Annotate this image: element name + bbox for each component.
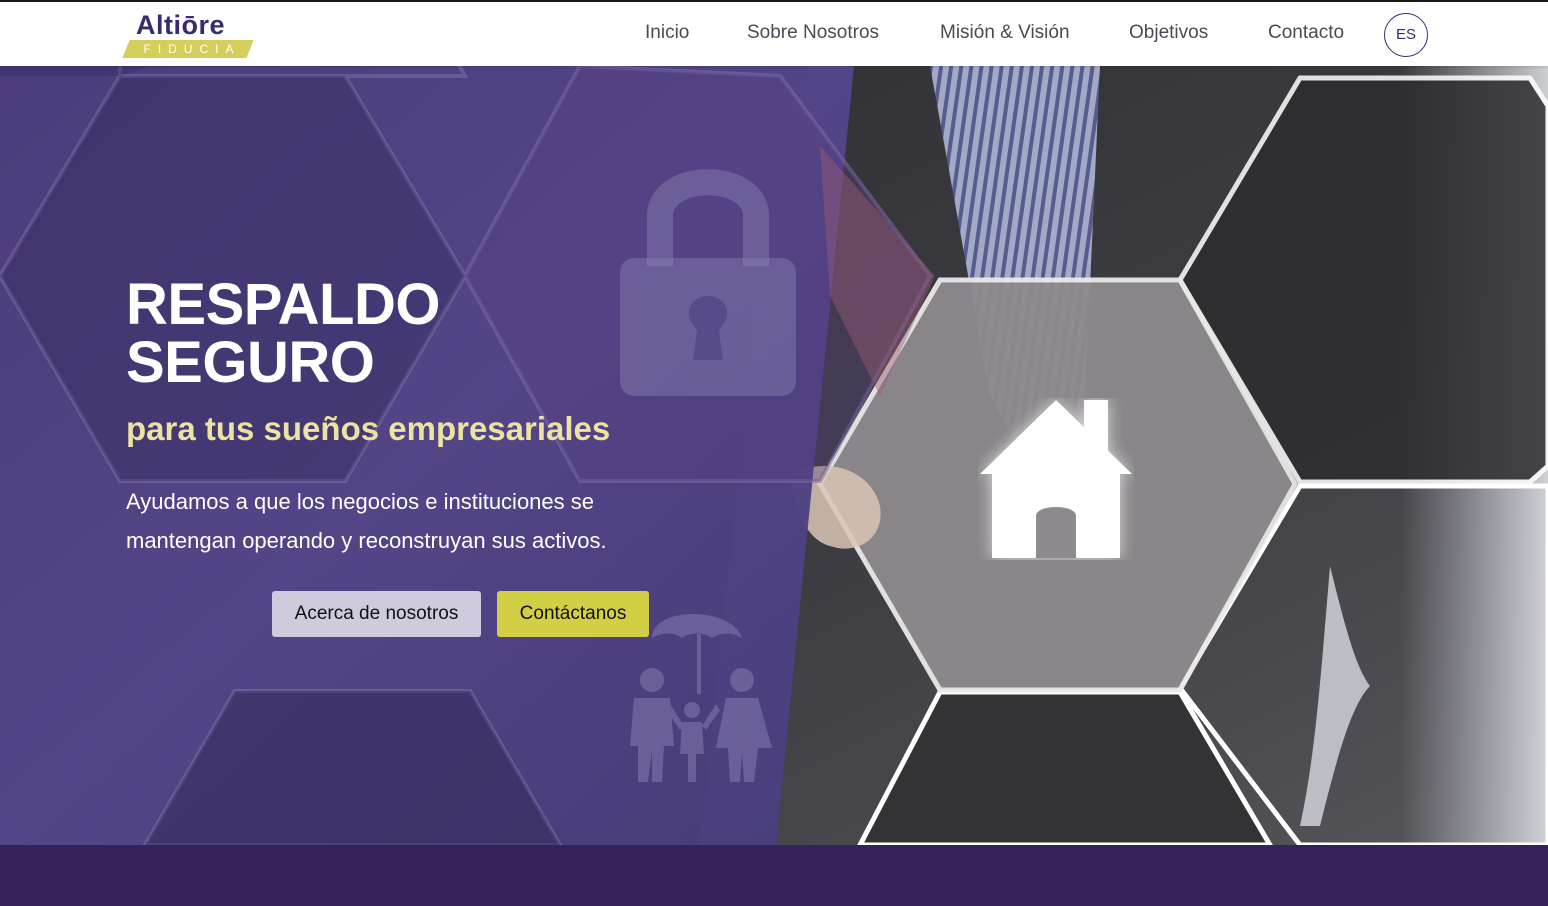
language-selector[interactable]: ES — [1384, 13, 1428, 57]
hero-description-line-1: Ayudamos a que los negocios e institucio… — [126, 489, 594, 514]
main-nav: Inicio Sobre Nosotros Misión & Visión Ob… — [0, 2, 1548, 66]
lock-icon — [620, 169, 796, 396]
hero-title-line-1: RESPALDO — [126, 272, 440, 337]
nav-link-mision-vision[interactable]: Misión & Visión — [940, 22, 1070, 44]
nav-link-inicio[interactable]: Inicio — [645, 22, 689, 44]
nav-link-sobre-nosotros[interactable]: Sobre Nosotros — [747, 22, 879, 44]
about-us-button[interactable]: Acerca de nosotros — [272, 591, 481, 637]
hero-description-line-2: mantengan operando y reconstruyan sus ac… — [126, 528, 607, 553]
hero-description: Ayudamos a que los negocios e institucio… — [126, 482, 686, 560]
nav-link-contacto[interactable]: Contacto — [1268, 22, 1344, 44]
hero-section: RESPALDO SEGURO para tus sueños empresar… — [0, 66, 1548, 845]
contact-us-button[interactable]: Contáctanos — [497, 591, 649, 637]
next-section-band — [0, 845, 1548, 906]
navbar: Altiōre FIDUCIA Inicio Sobre Nosotros Mi… — [0, 2, 1548, 66]
hero-title: RESPALDO SEGURO — [126, 276, 440, 392]
house-icon — [980, 400, 1132, 558]
hero-subtitle: para tus sueños empresariales — [126, 410, 611, 447]
nav-link-objetivos[interactable]: Objetivos — [1129, 22, 1208, 44]
hero-title-line-2: SEGURO — [126, 330, 375, 395]
